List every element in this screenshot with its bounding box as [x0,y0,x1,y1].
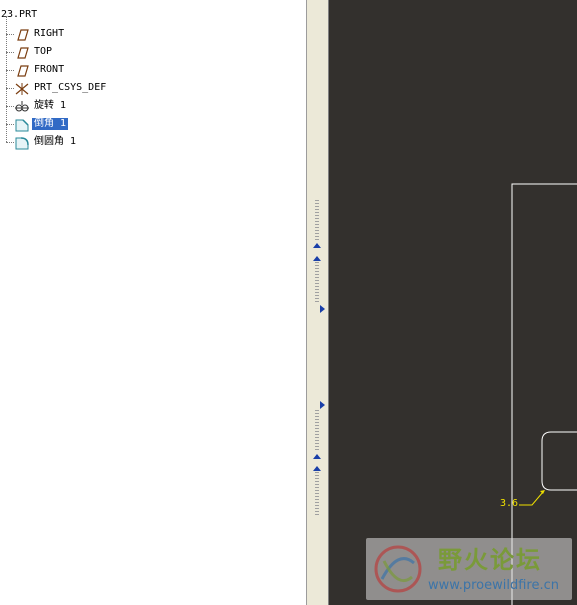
tree-item-label: FRONT [34,64,65,75]
tree-item-label: 旋转 1 [34,100,67,111]
arrow-up-icon[interactable] [313,466,321,471]
splitter-grip [315,472,319,516]
tree-item-csys[interactable]: PRT_CSYS_DEF [0,70,300,97]
arrow-up-icon[interactable] [313,243,321,248]
tree-item-front[interactable]: FRONT [0,52,300,79]
tree-item-chamfer[interactable]: 倒角 1 [0,106,300,133]
tree-item-right[interactable]: RIGHT [0,16,300,43]
datum-plane-icon [14,45,30,59]
datum-plane-icon [14,63,30,77]
splitter-grip [315,410,319,450]
datum-plane-icon [14,27,30,41]
tree-item-label: 倒圆角 1 [34,136,77,147]
arrow-right-icon[interactable] [320,401,325,409]
splitter-grip [315,200,319,240]
graphics-viewport[interactable] [329,0,577,605]
splitter-grip [315,262,319,304]
chamfer-dimension[interactable]: 3.6 [500,498,518,509]
chamfer-icon [14,117,30,132]
tree-item-label: TOP [34,46,53,57]
round-icon [14,135,30,150]
watermark-url: www.proewildfire.cn [428,578,559,593]
coordinate-system-icon [14,81,30,95]
watermark-title: 野火论坛 [438,546,542,574]
model-tree-panel: 23.PRT RIGHT TOP FRONT PRT_CSYS_DEF 旋转 1… [0,0,307,605]
panel-splitter[interactable] [307,0,329,605]
watermark: 野火论坛 www.proewildfire.cn [366,538,572,600]
tree-item-label: PRT_CSYS_DEF [34,82,107,93]
tree-item-label: RIGHT [34,28,65,39]
tree-item-top[interactable]: TOP [0,34,300,61]
arrow-up-icon[interactable] [313,454,321,459]
tree-item-label: 倒角 1 [32,118,69,130]
arrow-up-icon[interactable] [313,256,321,261]
forum-logo-icon [374,545,422,593]
tree-item-round[interactable]: 倒圆角 1 [0,124,300,151]
revolve-icon [14,99,30,113]
arrow-right-icon[interactable] [320,305,325,313]
model-geometry [511,183,577,605]
tree-item-revolve[interactable]: 旋转 1 [0,88,300,115]
